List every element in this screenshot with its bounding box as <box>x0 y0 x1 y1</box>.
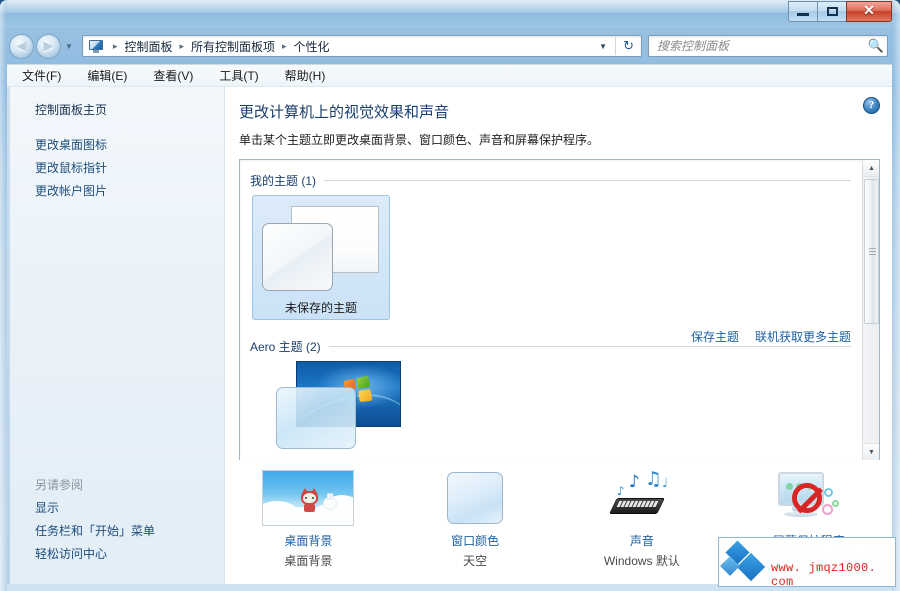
group-header-my-themes: 我的主题 (1) <box>250 172 861 189</box>
breadcrumb-separator-0[interactable]: ▸ <box>108 41 123 52</box>
page-description: 单击某个主题立即更改桌面背景、窗口颜色、声音和屏幕保护程序。 <box>225 131 892 148</box>
nav-button-group: ◀ ▶ ▼ <box>9 34 73 59</box>
window-color-link[interactable]: 窗口颜色 <box>451 532 499 549</box>
back-arrow-icon: ◀ <box>17 40 27 53</box>
setting-sound[interactable]: ♪ ♪ ♫ ♩ 声音 Windows 默认 <box>559 460 726 569</box>
forward-arrow-icon: ▶ <box>44 40 54 53</box>
scroll-down-arrow-icon[interactable]: ▼ <box>863 443 880 460</box>
watermark-text: 学知网 www. jmqz1000. com <box>771 537 895 587</box>
sidebar: 控制面板主页 更改桌面图标 更改鼠标指针 更改帐户图片 另请参阅 显示 任务栏和… <box>7 87 225 584</box>
search-input[interactable] <box>649 39 865 53</box>
window-right-edge <box>892 0 900 591</box>
sidebar-item-display[interactable]: 显示 <box>7 497 224 520</box>
watermark: 学知网 www. jmqz1000. com <box>718 537 896 587</box>
menu-help[interactable]: 帮助(H) <box>282 65 329 86</box>
sidebar-item-ease-of-access-center[interactable]: 轻松访问中心 <box>7 543 224 566</box>
sidebar-item-change-account-picture[interactable]: 更改帐户图片 <box>7 180 224 203</box>
theme-tile-unsaved[interactable]: 未保存的主题 <box>252 195 390 320</box>
group-label-aero-themes: Aero 主题 (2) <box>250 338 321 355</box>
window-left-edge <box>0 0 7 591</box>
back-button[interactable]: ◀ <box>9 34 34 59</box>
forward-button[interactable]: ▶ <box>36 34 61 59</box>
vertical-scrollbar[interactable]: ▲ ▼ <box>862 160 879 460</box>
theme-thumbnail-unsaved <box>259 202 381 295</box>
search-box[interactable]: 🔍 <box>648 35 888 57</box>
navigation-bar: ◀ ▶ ▼ ▸ 控制面板 ▸ 所有控制面板项 ▸ 个性化 ▼ ↻ 🔍 <box>0 30 900 62</box>
menu-edit[interactable]: 编辑(E) <box>84 65 130 86</box>
sound-icon[interactable]: ♪ ♪ ♫ ♩ <box>596 470 688 526</box>
setting-desktop-background[interactable]: 桌面背景 桌面背景 <box>225 460 392 569</box>
sound-link[interactable]: 声音 <box>630 532 654 549</box>
bubble-icon <box>832 500 839 507</box>
watermark-url: www. jmqz1000. com <box>771 561 895 587</box>
sidebar-item-taskbar-start-menu[interactable]: 任务栏和「开始」菜单 <box>7 520 224 543</box>
theme-thumbnail-aero-windows7[interactable] <box>276 361 401 441</box>
desktop-background-thumbnail[interactable] <box>262 470 354 526</box>
menu-bar: 文件(F) 编辑(E) 查看(V) 工具(T) 帮助(H) <box>7 64 892 86</box>
bubble-icon <box>824 488 833 497</box>
maximize-button[interactable] <box>817 1 846 22</box>
save-theme-link[interactable]: 保存主题 <box>691 328 739 345</box>
keyboard-icon <box>609 498 665 514</box>
scrollbar-thumb[interactable] <box>864 179 879 324</box>
page-title: 更改计算机上的视觉效果和声音 <box>225 101 892 122</box>
window-color-swatch[interactable] <box>429 470 521 526</box>
setting-window-color[interactable]: 窗口颜色 天空 <box>392 460 559 569</box>
minimize-button[interactable] <box>788 1 817 22</box>
breadcrumb-item-1[interactable]: 所有控制面板项 <box>189 38 277 55</box>
title-bar-sheen <box>0 0 900 12</box>
breadcrumb-item-0[interactable]: 控制面板 <box>122 38 174 55</box>
theme-scroll-area: 我的主题 (1) 未保存的主题 Aero 主题 (2) <box>240 160 861 460</box>
scrollbar-grip-icon <box>869 248 876 257</box>
window-color-value: 天空 <box>463 552 487 569</box>
music-note-icon: ♪ <box>617 485 625 497</box>
group-rule <box>329 346 851 347</box>
refresh-icon[interactable]: ↻ <box>615 37 641 55</box>
menu-tools[interactable]: 工具(T) <box>216 65 261 86</box>
scroll-up-arrow-icon[interactable]: ▲ <box>863 160 880 177</box>
desktop-background-value: 桌面背景 <box>284 552 332 569</box>
watermark-title: 学知网 <box>796 537 871 560</box>
breadcrumb-separator-2[interactable]: ▸ <box>277 41 292 52</box>
diamond-logo-icon <box>719 539 771 585</box>
close-button[interactable]: ✕ <box>846 1 892 22</box>
music-note-icon: ♫ <box>645 470 662 489</box>
recent-pages-dropdown-icon[interactable]: ▼ <box>65 42 73 51</box>
desktop-background-link[interactable]: 桌面背景 <box>284 532 332 549</box>
breadcrumb-item-2[interactable]: 个性化 <box>292 38 332 55</box>
music-note-icon: ♩ <box>662 477 668 490</box>
see-also-section: 另请参阅 显示 任务栏和「开始」菜单 轻松访问中心 <box>7 473 224 566</box>
chevron-down-icon[interactable]: ▼ <box>591 42 615 51</box>
get-more-themes-online-link[interactable]: 联机获取更多主题 <box>755 328 851 345</box>
maximize-icon <box>827 7 838 16</box>
sidebar-item-change-desktop-icons[interactable]: 更改桌面图标 <box>7 134 224 157</box>
see-also-title: 另请参阅 <box>7 473 224 497</box>
search-icon[interactable]: 🔍 <box>865 38 887 54</box>
bubble-icon <box>822 504 833 515</box>
minimize-icon <box>797 13 809 16</box>
menu-file[interactable]: 文件(F) <box>19 65 64 86</box>
group-label-my-themes: 我的主题 (1) <box>250 172 316 189</box>
menu-view[interactable]: 查看(V) <box>150 65 196 86</box>
control-panel-icon <box>88 38 104 54</box>
address-bar[interactable]: ▸ 控制面板 ▸ 所有控制面板项 ▸ 个性化 ▼ ↻ <box>82 35 642 57</box>
breadcrumb-separator-1[interactable]: ▸ <box>174 41 189 52</box>
personalization-window: ✕ ◀ ▶ ▼ ▸ 控制面板 ▸ 所有控制面板项 ▸ 个性化 ▼ ↻ <box>0 0 900 591</box>
sound-value: Windows 默认 <box>604 552 680 569</box>
theme-list-box[interactable]: 我的主题 (1) 未保存的主题 Aero 主题 (2) <box>239 159 880 461</box>
address-bar-controls: ▼ ↻ <box>591 37 641 55</box>
theme-action-links: 保存主题 联机获取更多主题 <box>691 328 851 345</box>
help-icon[interactable]: ? <box>863 97 880 114</box>
close-icon: ✕ <box>863 5 875 19</box>
music-note-icon: ♪ <box>629 474 640 491</box>
sidebar-item-control-panel-home[interactable]: 控制面板主页 <box>7 99 224 122</box>
group-rule <box>324 180 851 181</box>
theme-name-unsaved: 未保存的主题 <box>259 299 383 316</box>
prohibition-icon <box>792 483 822 513</box>
caption-button-group: ✕ <box>788 1 892 22</box>
cartoon-cat-icon <box>301 491 318 511</box>
sidebar-item-change-mouse-pointers[interactable]: 更改鼠标指针 <box>7 157 224 180</box>
screensaver-icon[interactable] <box>763 470 855 526</box>
